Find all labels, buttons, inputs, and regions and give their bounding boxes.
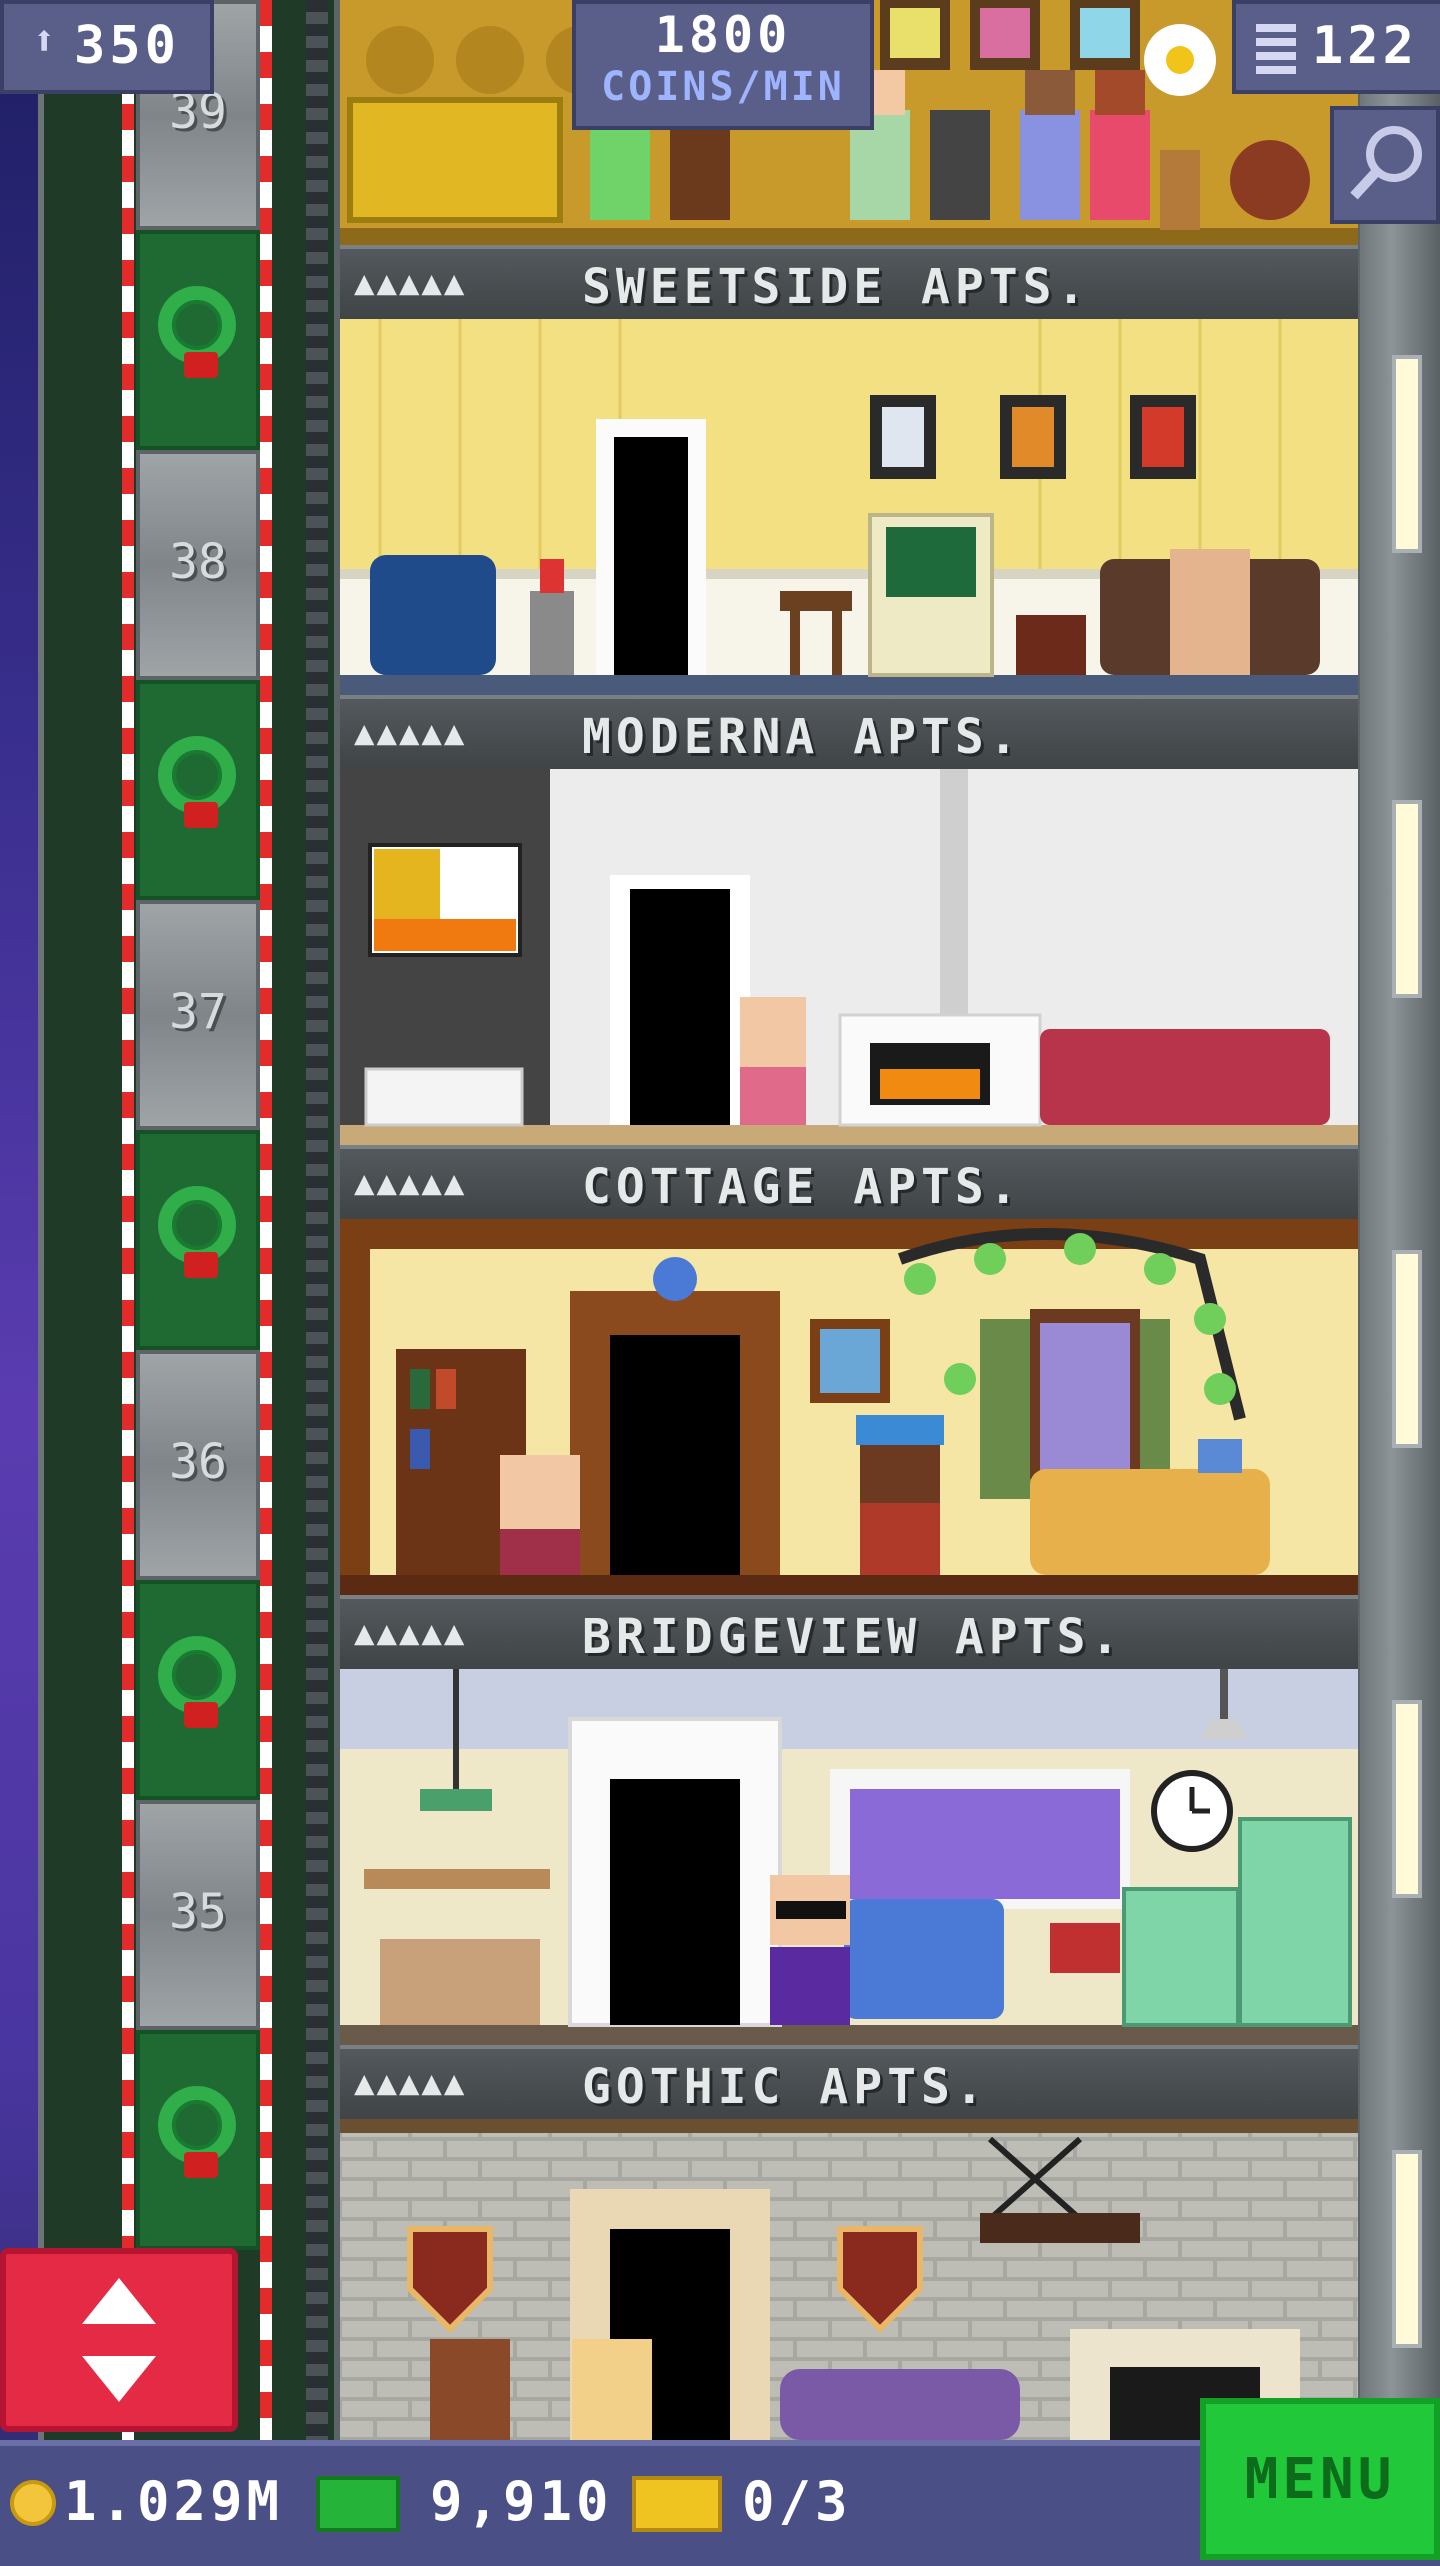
- candy-cane-rail-left: [122, 0, 134, 2440]
- ticket-icon: [632, 2476, 722, 2532]
- floor-counter[interactable]: 122: [1232, 0, 1440, 94]
- elevator-floor-38: 38: [136, 450, 260, 680]
- menu-button[interactable]: MENU: [1200, 2398, 1440, 2560]
- bux-balance: 9,910: [430, 2470, 613, 2533]
- room-cottage[interactable]: [340, 1219, 1358, 1595]
- population-value: 350: [74, 16, 180, 76]
- elevator-floor-35: 35: [136, 1800, 260, 2030]
- elevator-control-button[interactable]: [0, 2248, 238, 2432]
- person-icon: ⬆: [32, 18, 57, 64]
- wreath-decoration: [136, 1130, 260, 1350]
- bux-icon: [316, 2476, 400, 2532]
- tower-window: [1392, 355, 1422, 553]
- coin-icon: [10, 2480, 56, 2526]
- coins-rate-unit: COINS/MIN: [601, 64, 845, 110]
- bow-icon: [184, 2152, 218, 2178]
- bridgeview-scene: [340, 1669, 1358, 2045]
- floor-label-sweetside[interactable]: ▲▲▲▲▲ SWEETSIDE APTS.: [340, 245, 1358, 319]
- room-sweetside[interactable]: [340, 319, 1358, 695]
- bow-icon: [184, 802, 218, 828]
- room-gothic[interactable]: [340, 2119, 1358, 2440]
- bow-icon: [184, 352, 218, 378]
- cottage-scene: [340, 1219, 1358, 1595]
- floor-name: MODERNA APTS.: [582, 709, 1023, 765]
- floor-stars: ▲▲▲▲▲: [354, 1163, 467, 1203]
- floor-number: 36: [169, 1434, 227, 1490]
- bow-icon: [184, 1252, 218, 1278]
- search-icon: [1350, 126, 1422, 200]
- tower-window: [1392, 800, 1422, 998]
- ticket-count: 0/3: [742, 2470, 852, 2533]
- floor-stars: ▲▲▲▲▲: [354, 263, 467, 303]
- elevator-updown-icon: [82, 2278, 156, 2402]
- tower-window: [1392, 1700, 1422, 1898]
- floor-label-cottage[interactable]: ▲▲▲▲▲ COTTAGE APTS.: [340, 1145, 1358, 1219]
- floor-number: 37: [169, 984, 227, 1040]
- floor-label-moderna[interactable]: ▲▲▲▲▲ MODERNA APTS.: [340, 695, 1358, 769]
- wreath-decoration: [136, 680, 260, 900]
- moderna-scene: [340, 769, 1358, 1145]
- floor-label-bridgeview[interactable]: ▲▲▲▲▲ BRIDGEVIEW APTS.: [340, 1595, 1358, 1669]
- wreath-decoration: [136, 2030, 260, 2250]
- floor-stars: ▲▲▲▲▲: [354, 713, 467, 753]
- bow-icon: [184, 1702, 218, 1728]
- floor-count-value: 122: [1312, 16, 1418, 76]
- gothic-scene: [340, 2119, 1358, 2440]
- wreath-decoration: [136, 1580, 260, 1800]
- search-button[interactable]: [1330, 106, 1440, 224]
- coin-balance: 1.029M: [64, 2470, 284, 2533]
- population-counter[interactable]: ⬆ 350: [0, 0, 214, 94]
- elevator-shaft[interactable]: 39 38 37 36 35: [38, 0, 350, 2440]
- elevator-floor-36: 36: [136, 1350, 260, 1580]
- floor-stars: ▲▲▲▲▲: [354, 1613, 467, 1653]
- sweetside-scene: [340, 319, 1358, 695]
- floor-number: 38: [169, 534, 227, 590]
- floor-name: SWEETSIDE APTS.: [582, 259, 1091, 315]
- elevator-cable: [306, 0, 328, 2440]
- floor-name: COTTAGE APTS.: [582, 1159, 1023, 1215]
- tower-window: [1392, 2150, 1422, 2348]
- floor-label-gothic[interactable]: ▲▲▲▲▲ GOTHIC APTS.: [340, 2045, 1358, 2119]
- room-bridgeview[interactable]: [340, 1669, 1358, 2045]
- tower-window: [1392, 1250, 1422, 1448]
- coins-rate-value: 1800: [654, 6, 792, 64]
- floor-name: BRIDGEVIEW APTS.: [582, 1609, 1125, 1665]
- floor-stars: ▲▲▲▲▲: [354, 2063, 467, 2103]
- elevator-floor-37: 37: [136, 900, 260, 1130]
- floor-name: GOTHIC APTS.: [582, 2059, 989, 2115]
- candy-cane-rail-right: [260, 0, 272, 2440]
- building-icon: [1256, 20, 1296, 74]
- floor-number: 35: [169, 1884, 227, 1940]
- coins-per-minute: 1800 COINS/MIN: [572, 0, 874, 130]
- wreath-decoration: [136, 230, 260, 450]
- room-moderna[interactable]: [340, 769, 1358, 1145]
